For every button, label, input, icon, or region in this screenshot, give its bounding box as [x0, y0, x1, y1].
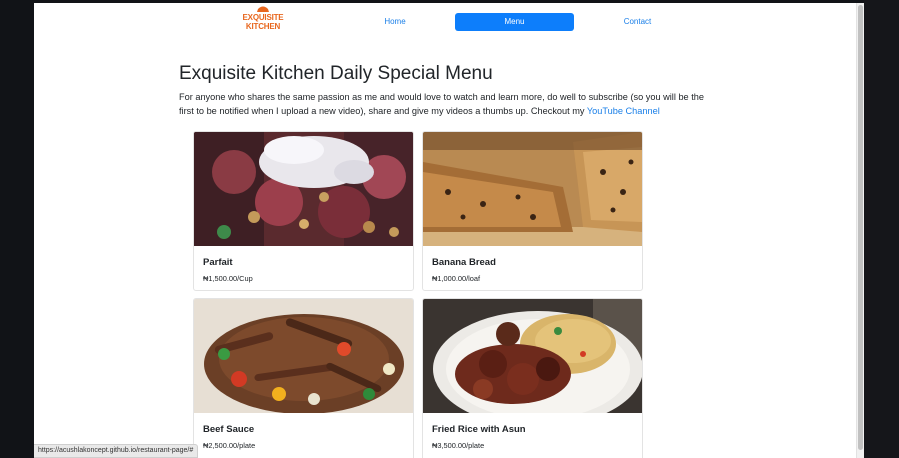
menu-card-banana-bread: Banana Bread ₦1,000.00/loaf — [422, 131, 643, 291]
navbar: EXQUISITE KITCHEN Home Menu Contact — [34, 3, 856, 41]
banana-bread-photo — [423, 132, 642, 246]
menu-card-beef-sauce: Beef Sauce ₦2,500.00/plate — [193, 298, 414, 458]
nav-contact-link[interactable]: Contact — [614, 13, 661, 31]
menu-item-name: Beef Sauce — [203, 424, 255, 435]
window-edge — [864, 0, 899, 458]
chef-hat-icon — [257, 6, 269, 12]
scrollbar-thumb[interactable] — [858, 5, 863, 450]
menu-item-price: ₦1,500.00/Cup — [203, 274, 253, 283]
beef-sauce-photo — [194, 299, 413, 413]
logo-line-2: KITCHEN — [245, 22, 281, 31]
logo-line-1: EXQUISITE — [242, 13, 284, 22]
nav-home-link[interactable]: Home — [374, 13, 416, 31]
menu-item-price: ₦1,000.00/loaf — [432, 274, 481, 283]
page-title: Exquisite Kitchen Daily Special Menu — [179, 63, 493, 84]
fried-rice-photo — [423, 299, 642, 413]
youtube-channel-link[interactable]: YouTube Channel — [587, 106, 660, 116]
status-bar-url: https://acushlakoncept.github.io/restaur… — [34, 444, 199, 458]
parfait-photo — [194, 132, 413, 246]
menu-item-price: ₦3,500.00/plate — [432, 441, 485, 450]
menu-item-name: Banana Bread — [432, 257, 496, 268]
intro-paragraph: For anyone who shares the same passion a… — [179, 90, 714, 118]
nav-menu-button[interactable]: Menu — [455, 13, 574, 31]
menu-item-price: ₦2,500.00/plate — [203, 441, 256, 450]
menu-item-name: Parfait — [203, 257, 233, 268]
logo[interactable]: EXQUISITE KITCHEN — [239, 6, 287, 35]
menu-card-parfait: Parfait ₦1,500.00/Cup — [193, 131, 414, 291]
menu-card-fried-rice: Fried Rice with Asun ₦3,500.00/plate — [422, 298, 643, 458]
menu-item-name: Fried Rice with Asun — [432, 424, 526, 435]
page-viewport: EXQUISITE KITCHEN Home Menu Contact Exqu… — [34, 3, 856, 458]
